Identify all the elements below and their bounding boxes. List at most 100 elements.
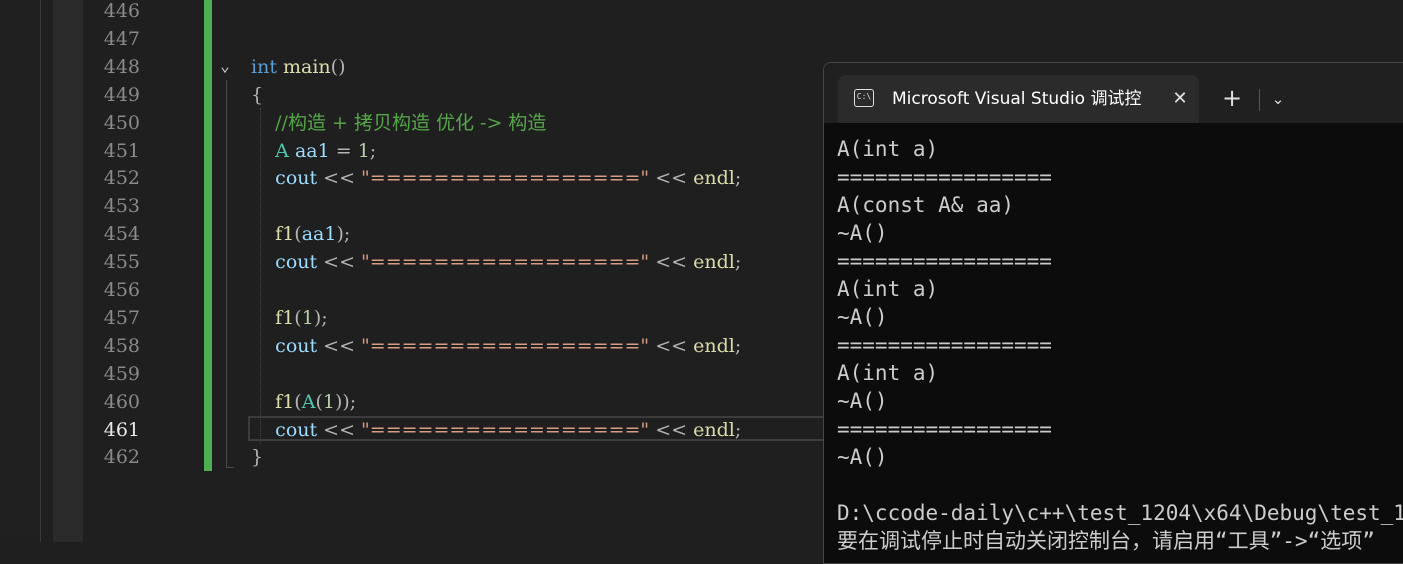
code-token: 1 — [301, 306, 314, 329]
code-token: << — [649, 334, 694, 357]
divider — [40, 0, 41, 542]
line-number: 459 — [103, 362, 140, 385]
code-token: << — [649, 167, 694, 190]
titlebar-separator — [1259, 89, 1260, 111]
code-token: f1 — [275, 306, 295, 329]
output-line: ================= — [837, 417, 1052, 441]
code-token: << — [317, 167, 362, 190]
tab-debug-console[interactable]: C:\ Microsoft Visual Studio 调试控制台 ✕ — [838, 75, 1199, 123]
code-token: aa1 — [294, 139, 330, 162]
code-token: f1 — [275, 390, 295, 413]
glyph-margin[interactable] — [53, 0, 83, 542]
code-line[interactable]: cout << "=================" << endl; — [251, 416, 741, 444]
code-line[interactable]: } — [251, 443, 263, 471]
line-number: 458 — [103, 334, 140, 357]
output-line: ~A() — [837, 445, 888, 469]
output-line: ================= — [837, 249, 1052, 273]
line-number: 447 — [103, 27, 140, 50]
new-tab-plus-icon[interactable]: + — [1220, 85, 1244, 113]
code-token: ( — [294, 306, 302, 329]
chevron-down-icon[interactable]: ⌄ — [1266, 87, 1290, 111]
code-token: ); — [313, 306, 328, 329]
line-number: 448 — [103, 55, 140, 78]
code-token: } — [251, 446, 264, 469]
code-token: << — [317, 251, 362, 274]
code-token: "=================" — [361, 334, 650, 357]
code-token: ( — [294, 390, 302, 413]
code-line[interactable]: //构造 + 拷贝构造 优化 -> 构造 — [251, 109, 546, 137]
code-token: "=================" — [361, 167, 650, 190]
code-token: ( — [315, 390, 323, 413]
change-tracking-bar — [204, 0, 212, 471]
line-number: 454 — [103, 223, 140, 246]
line-number: 452 — [103, 167, 140, 190]
line-number: 457 — [103, 306, 140, 329]
code-token: 1 — [322, 390, 335, 413]
output-line: ================= — [837, 165, 1052, 189]
line-number: 449 — [103, 83, 140, 106]
code-token: main — [283, 55, 331, 78]
code-token: endl — [693, 251, 735, 274]
output-line: ~A() — [837, 221, 888, 245]
code-token: A — [275, 139, 289, 162]
close-icon[interactable]: ✕ — [1168, 87, 1192, 111]
code-token: )); — [334, 390, 357, 413]
fold-guide-line — [226, 80, 227, 468]
code-token: "=================" — [361, 418, 650, 441]
code-line[interactable]: int main() — [251, 53, 346, 81]
code-line[interactable]: f1(A(1)); — [251, 388, 356, 416]
code-token: ); — [336, 223, 351, 246]
editor-left-strip — [0, 0, 40, 542]
tab-title: Microsoft Visual Studio 调试控制台 — [892, 89, 1142, 109]
code-token: "=================" — [361, 251, 650, 274]
code-token: endl — [693, 167, 735, 190]
code-token: ; — [734, 251, 742, 274]
code-token: cout — [275, 334, 318, 357]
code-token: ; — [734, 334, 742, 357]
debug-console-window[interactable]: C:\ Microsoft Visual Studio 调试控制台 ✕ + ⌄ … — [823, 62, 1403, 564]
line-number: 451 — [103, 139, 140, 162]
line-number: 446 — [103, 0, 140, 22]
output-line: A(const A& aa) — [837, 193, 1015, 217]
code-token: cout — [275, 167, 318, 190]
code-line[interactable]: cout << "=================" << endl; — [251, 332, 741, 360]
code-token: { — [251, 83, 264, 106]
code-token: 1 — [357, 139, 370, 162]
code-line[interactable]: cout << "=================" << endl; — [251, 248, 741, 276]
output-line: ~A() — [837, 389, 888, 413]
line-number: 456 — [103, 279, 140, 301]
code-token: int — [251, 55, 277, 78]
output-line: ~A() — [837, 305, 888, 329]
output-line: A(int a) — [837, 361, 939, 385]
output-line: ================= — [837, 333, 1052, 357]
fold-guide-end — [226, 467, 234, 468]
output-line: D:\ccode-daily\c++\test_1204\x64\Debug\t… — [837, 501, 1403, 525]
code-line[interactable]: { — [251, 81, 263, 109]
code-token: f1 — [275, 223, 295, 246]
code-line[interactable]: f1(aa1); — [251, 220, 350, 248]
fold-chevron-icon[interactable]: ⌄ — [215, 54, 235, 78]
line-number: 460 — [103, 390, 140, 413]
code-token: A — [301, 390, 316, 413]
line-number: 453 — [103, 195, 140, 218]
line-number: 455 — [103, 251, 140, 274]
terminal-titlebar[interactable]: C:\ Microsoft Visual Studio 调试控制台 ✕ + ⌄ — [824, 63, 1403, 123]
code-line[interactable]: A aa1 = 1; — [251, 137, 376, 165]
code-token: endl — [693, 334, 735, 357]
console-icon: C:\ — [854, 89, 874, 107]
output-line: 要在调试停止时自动关闭控制台，请启用“工具”->“选项” — [837, 529, 1375, 553]
code-token: << — [317, 418, 362, 441]
code-token: << — [649, 418, 694, 441]
output-line: A(int a) — [837, 277, 939, 301]
code-line[interactable]: cout << "=================" << endl; — [251, 164, 741, 192]
code-token: = — [329, 139, 358, 162]
code-token: cout — [275, 418, 318, 441]
code-line[interactable]: f1(1); — [251, 304, 328, 332]
